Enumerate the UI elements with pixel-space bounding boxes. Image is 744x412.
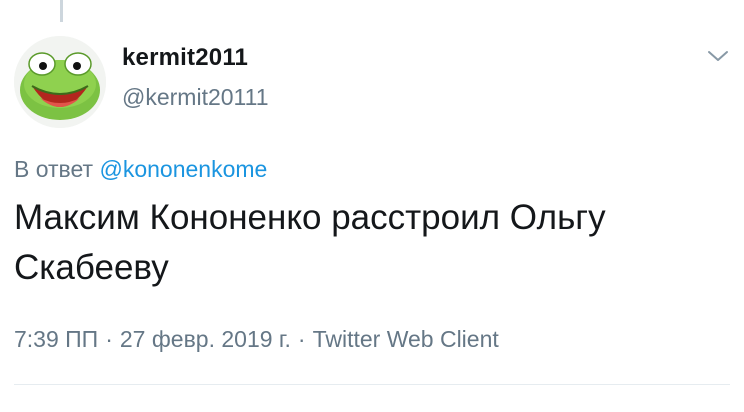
tweet-time[interactable]: 7:39 ПП	[14, 326, 98, 352]
tweet-date[interactable]: 27 февр. 2019 г.	[120, 326, 291, 352]
chevron-down-icon	[708, 51, 728, 61]
meta-separator: ·	[105, 326, 113, 352]
divider	[14, 384, 730, 385]
reply-context: В ответ @kononenkome	[14, 156, 267, 183]
kermit-avatar-icon	[14, 36, 106, 128]
meta-separator: ·	[297, 326, 306, 352]
author-handle[interactable]: @kermit20111	[122, 84, 269, 111]
tweet-metadata: 7:39 ПП · 27 февр. 2019 г. · Twitter Web Cli…	[14, 326, 499, 353]
tweet-client[interactable]: Twitter Web Client	[313, 326, 499, 352]
author-name[interactable]: kermit2011	[122, 44, 248, 72]
avatar[interactable]	[14, 36, 106, 128]
tweet: kermit2011 @kermit20111 В ответ @kononen…	[0, 0, 744, 412]
reply-mention-link[interactable]: @kononenkome	[99, 156, 267, 182]
tweet-text: Максим Кононенко расстроил Ольгу Скабеев…	[14, 198, 606, 287]
tweet-menu-button[interactable]	[706, 48, 730, 64]
reply-prefix: В ответ	[14, 156, 94, 182]
thread-connector-line	[60, 0, 63, 22]
